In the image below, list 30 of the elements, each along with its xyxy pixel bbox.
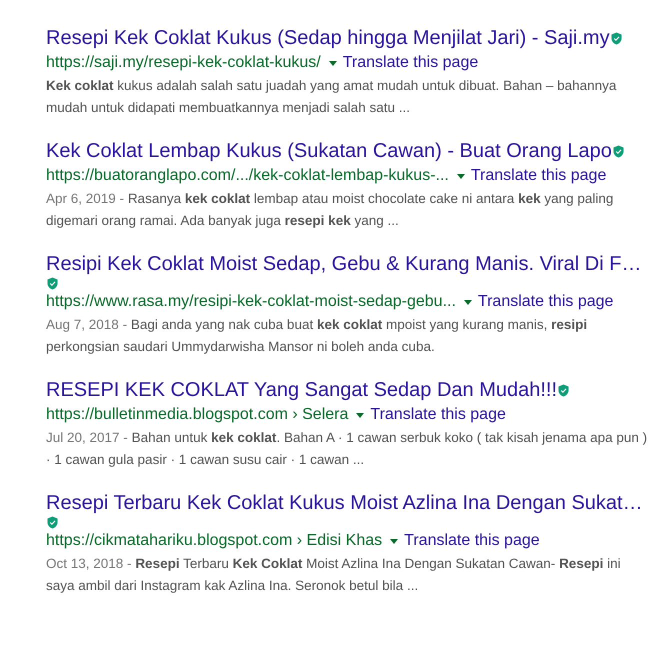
translate-link[interactable]: Translate this page	[404, 530, 540, 552]
result-title[interactable]: RESEPI KEK COKLAT Yang Sangat Sedap Dan Mudah!!!	[46, 377, 558, 403]
shield-check-icon	[47, 277, 58, 290]
translate-link[interactable]: Translate this page	[470, 165, 606, 187]
result-snippet: Kek coklat kukus adalah salah satu juadah yang amat mudah untuk dibuat. Bahan – bahannya mudah untuk didapati membuatkannya menjadi salah satu ...	[46, 77, 618, 117]
result-url: https://www.rasa.my/resipi-kek-coklat-moist-sedap-gebu...	[46, 292, 456, 312]
caret-icon[interactable]	[328, 60, 337, 66]
result-title[interactable]: Kek Coklat Lembap Kukus (Sukatan Cawan) - Buat Orang Lapo	[46, 138, 612, 164]
shield-check-icon	[610, 32, 622, 44]
result-url: https://buatoranglapo.com/.../kek-coklat-lembap-kukus-...	[46, 166, 449, 186]
caret-icon[interactable]	[464, 300, 472, 304]
translate-link[interactable]: Translate this page	[342, 52, 478, 74]
shield-check-icon	[558, 384, 570, 396]
shield-check-icon	[47, 516, 58, 529]
result-snippet: Apr 6, 2019 - Rasanya kek coklat lembap atau moist chocolate cake ni antara kek yang paling digemari orang ramai. Ada banyak juga resepi kek yang ...	[46, 190, 614, 230]
result-url: https://cikmatahariku.blogspot.com › Edisi Khas	[46, 531, 382, 551]
result-url: https://bulletinmedia.blogspot.com › Selera	[46, 405, 348, 425]
caret-icon[interactable]	[390, 538, 398, 544]
result-snippet: Aug 7, 2018 - Bagi anda yang nak cuba buat kek coklat mpoist yang kurang manis, resipi perkongsian saudari Ummydarwisha Mansor ni boleh anda cuba.	[46, 316, 588, 356]
translate-link[interactable]: Translate this page	[370, 404, 506, 426]
translate-link[interactable]: Translate this page	[478, 291, 614, 313]
result-title[interactable]: Resipi Kek Coklat Moist Sedap, Gebu & Kurang Manis. Viral Di F…	[46, 251, 642, 277]
result-title[interactable]: Resepi Terbaru Kek Coklat Kukus Moist Azlina Ina Dengan Sukat…	[46, 490, 643, 516]
result-url: https://saji.my/resepi-kek-coklat-kukus/	[46, 53, 321, 73]
shield-check-icon	[612, 144, 624, 158]
result-title[interactable]: Resepi Kek Coklat Kukus (Sedap hingga Menjilat Jari) - Saji.my	[46, 25, 610, 51]
result-snippet: Oct 13, 2018 - Resepi Terbaru Kek Coklat Moist Azlina Ina Dengan Sukatan Cawan- Resepi ini saya ambil dari Instagram kak Azlina Ina. Seronok betul bila ...	[46, 555, 622, 595]
result-snippet: Jul 20, 2017 - Bahan untuk kek coklat. Bahan A · 1 cawan serbuk koko ( tak kisah jenama apa pun ) · 1 cawan gula pasir · 1 cawan susu cair · 1 cawan ...	[46, 429, 648, 469]
caret-icon[interactable]	[356, 412, 364, 418]
caret-icon[interactable]	[456, 174, 465, 178]
